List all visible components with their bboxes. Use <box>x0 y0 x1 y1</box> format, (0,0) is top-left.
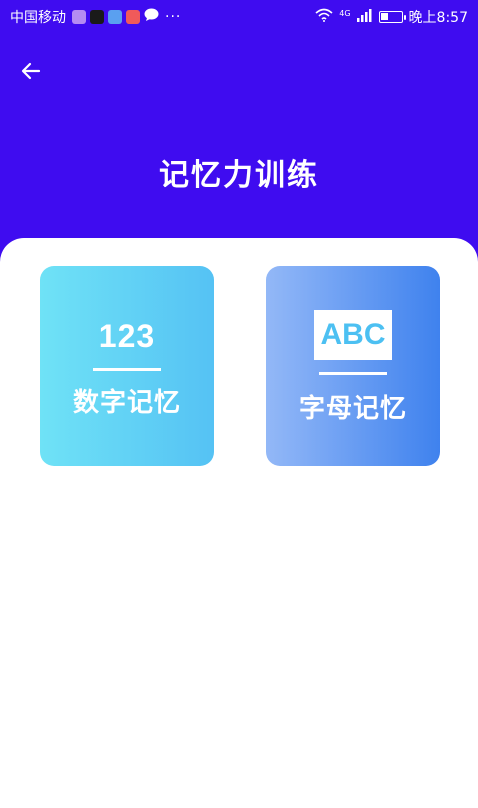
battery-icon <box>378 11 406 23</box>
letter-memory-label: 字母记忆 <box>298 394 407 424</box>
tile-divider <box>319 372 387 375</box>
message-icon <box>144 8 159 26</box>
app-notification-icon <box>72 10 86 24</box>
number-memory-label: 数字记忆 <box>72 388 181 418</box>
tiktok-icon <box>90 10 104 24</box>
number-symbol: 123 <box>98 318 156 354</box>
status-left: 中国移动 ··· <box>10 7 181 27</box>
page-title: 记忆力训练 <box>159 158 319 193</box>
tile-divider <box>93 368 161 371</box>
number-memory-tile[interactable]: 123 数字记忆 <box>40 266 214 466</box>
arrow-left-icon <box>21 62 41 80</box>
letter-symbol: ABC <box>314 310 392 360</box>
clock: 晚上8:57 <box>408 10 468 26</box>
letter-memory-tile[interactable]: ABC 字母记忆 <box>266 266 440 466</box>
wifi-icon <box>315 8 333 26</box>
signal-icon <box>356 8 373 26</box>
status-bar: 中国移动 ··· 4G 晚上8:57 <box>0 0 478 34</box>
status-right: 4G 晚上8:57 <box>315 7 468 27</box>
network-type-label: 4G <box>339 8 351 18</box>
app-notification-icon <box>108 10 122 24</box>
video-app-icon <box>126 10 140 24</box>
carrier-label: 中国移动 <box>10 10 66 26</box>
back-button[interactable] <box>16 56 46 86</box>
more-notifications: ··· <box>165 9 182 25</box>
